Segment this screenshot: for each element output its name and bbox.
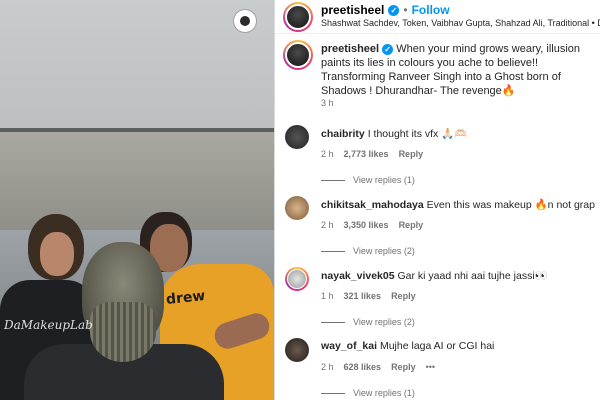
post-caption: preetisheel ✓ When your mind grows weary…: [321, 42, 600, 98]
reply-button[interactable]: Reply: [399, 149, 424, 159]
view-replies-line: [321, 250, 345, 252]
comment-body: I thought its vfx 🙏🏻🫶🏻: [367, 128, 468, 140]
author-avatar[interactable]: [283, 2, 313, 32]
comment-likes[interactable]: 628 likes: [344, 362, 382, 372]
ghost-beard: [90, 302, 156, 362]
comment-body: Mujhe laga AI or CGI hai: [379, 340, 495, 352]
view-replies-button[interactable]: View replies (2): [321, 246, 415, 256]
view-replies-line: [321, 179, 345, 181]
view-replies-label: View replies (1): [353, 388, 415, 398]
comment-body: Even this was makeup 🔥n not graphics🙌: [426, 199, 595, 211]
author-username[interactable]: preetisheel: [321, 3, 384, 17]
commenter-avatar[interactable]: [285, 338, 309, 362]
separator-dot: •: [403, 3, 408, 17]
comment-options-icon[interactable]: •••: [426, 362, 435, 372]
comment-meta: 2 h 2,773 likes Reply: [321, 149, 423, 159]
commenter-avatar[interactable]: [285, 125, 309, 149]
post-header: preetisheel ✓ • Follow Shashwat Sachdev,…: [275, 0, 600, 34]
comment-text-row: nayak_vivek05 Gar ki yaad nhi aai tujhe …: [321, 269, 595, 282]
commenter-avatar[interactable]: [285, 267, 309, 291]
comment-text-row: chaibrity I thought its vfx 🙏🏻🫶🏻: [321, 127, 595, 140]
commenter-username[interactable]: chikitsak_mahodaya: [321, 199, 424, 211]
comment-meta: 2 h 3,350 likes Reply: [321, 220, 423, 230]
comment-time: 2 h: [321, 362, 334, 372]
commenter-username[interactable]: way_of_kai: [321, 340, 377, 352]
reply-button[interactable]: Reply: [399, 220, 424, 230]
media-watermark: DaMakeupLab: [4, 318, 93, 332]
view-replies-button[interactable]: View replies (1): [321, 175, 415, 185]
commenter-username[interactable]: chaibrity: [321, 128, 365, 140]
commenter-avatar[interactable]: [285, 196, 309, 220]
reply-button[interactable]: Reply: [391, 291, 416, 301]
verified-badge-icon: ✓: [388, 4, 400, 16]
post-media[interactable]: drew DaMakeupLab: [0, 0, 274, 400]
comment-text-row: way_of_kai Mujhe laga AI or CGI hai: [321, 340, 595, 352]
audio-credits[interactable]: Shashwat Sachdev, Token, Vaibhav Gupta, …: [321, 18, 600, 28]
media-logo-icon: [234, 10, 256, 32]
reply-button[interactable]: Reply: [391, 362, 416, 372]
view-replies-label: View replies (2): [353, 246, 415, 256]
comment-likes[interactable]: 2,773 likes: [344, 149, 389, 159]
comment-time: 2 h: [321, 149, 334, 159]
caption-avatar[interactable]: [283, 40, 313, 70]
caption-timestamp: 3 h: [321, 98, 334, 108]
commenter-username[interactable]: nayak_vivek05: [321, 270, 395, 282]
view-replies-line: [321, 392, 345, 394]
comment-meta: 2 h 628 likes Reply •••: [321, 362, 435, 372]
author-row: preetisheel ✓ • Follow: [321, 3, 450, 17]
comment-likes[interactable]: 321 likes: [344, 291, 382, 301]
sky: [0, 0, 274, 135]
follow-button[interactable]: Follow: [412, 3, 450, 17]
woman-face: [40, 232, 74, 276]
comment-time: 2 h: [321, 220, 334, 230]
view-replies-line: [321, 321, 345, 323]
comment-body: Gar ki yaad nhi aai tujhe jassi👀: [397, 270, 548, 282]
post-side-panel: preetisheel ✓ • Follow Shashwat Sachdev,…: [274, 0, 600, 400]
view-replies-button[interactable]: View replies (1): [321, 388, 415, 398]
view-replies-label: View replies (1): [353, 175, 415, 185]
verified-badge-icon: ✓: [382, 44, 394, 55]
view-replies-button[interactable]: View replies (2): [321, 317, 415, 327]
comment-text-row: chikitsak_mahodaya Even this was makeup …: [321, 198, 595, 211]
caption-username[interactable]: preetisheel: [321, 43, 379, 55]
comment-meta: 1 h 321 likes Reply: [321, 291, 416, 301]
comment-time: 1 h: [321, 291, 334, 301]
view-replies-label: View replies (2): [353, 317, 415, 327]
comment-likes[interactable]: 3,350 likes: [344, 220, 389, 230]
